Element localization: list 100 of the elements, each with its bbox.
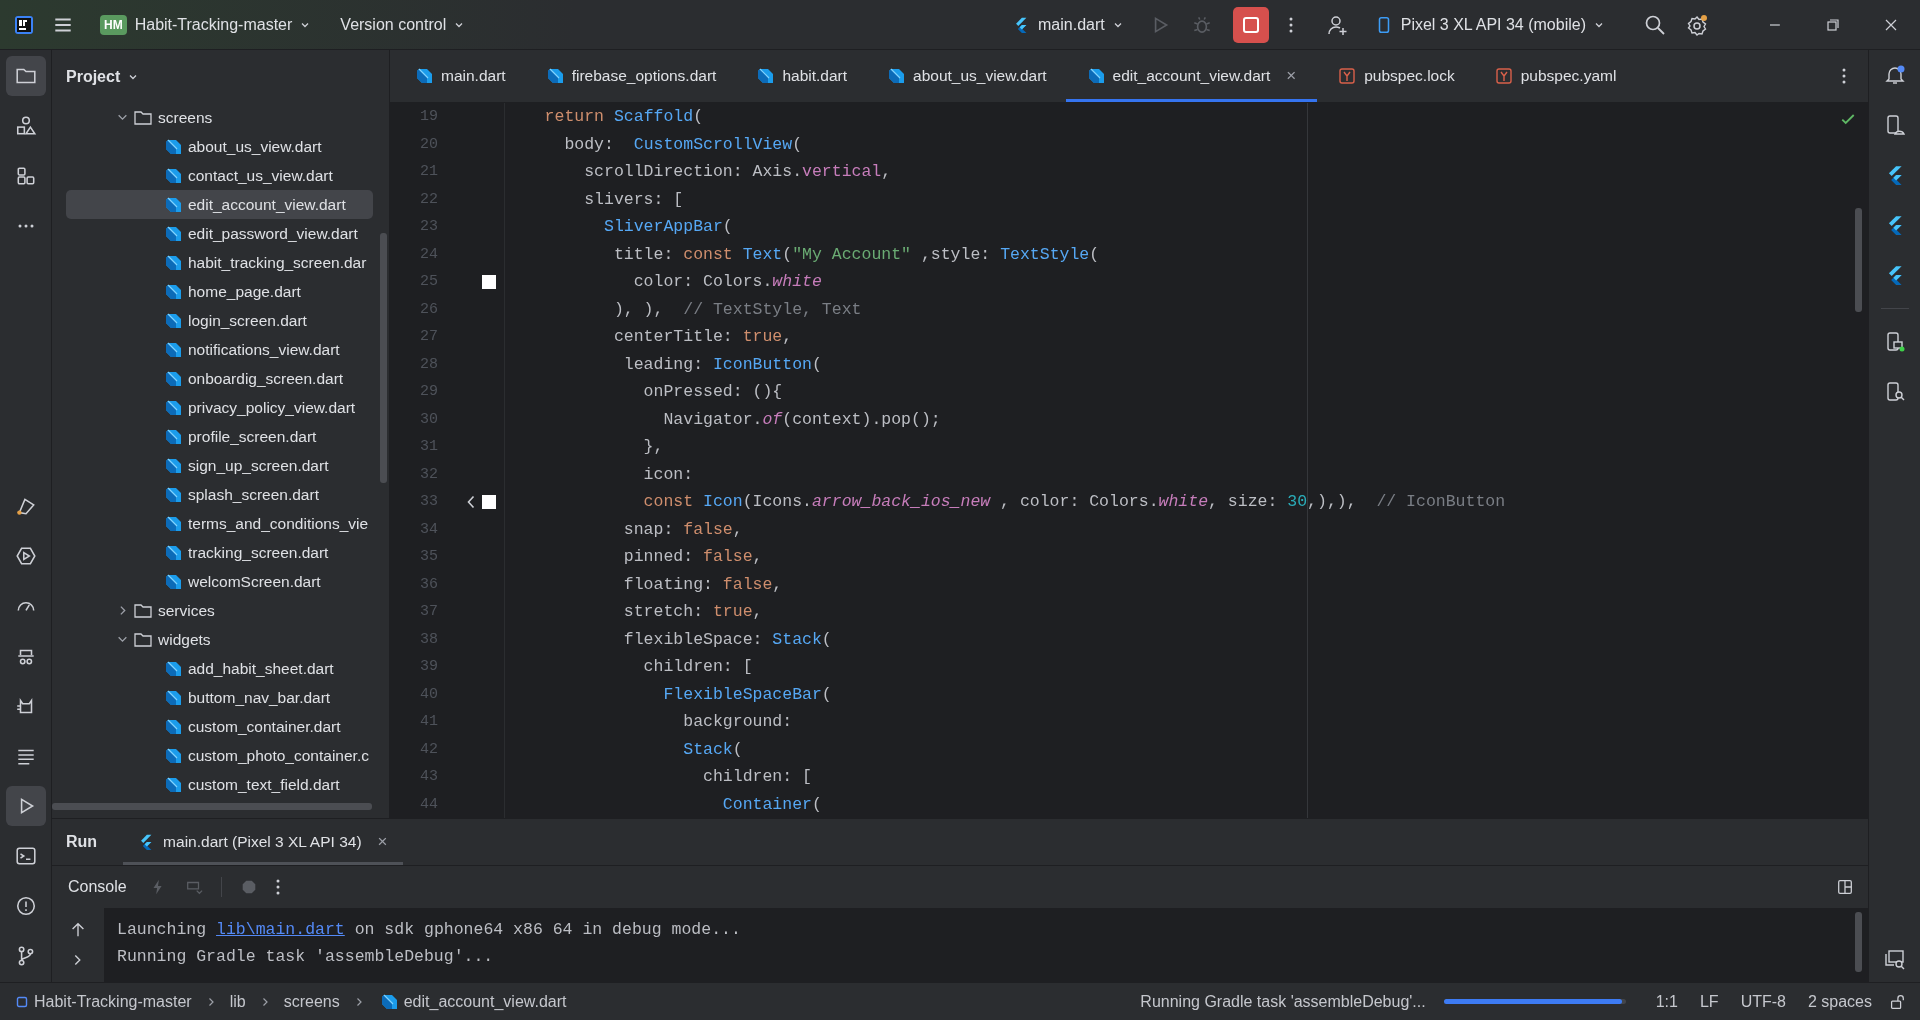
run-config-name: main.dart <box>1038 15 1105 34</box>
editor-tab[interactable]: pubspec.yaml <box>1473 50 1636 102</box>
run-tab[interactable]: main.dart (Pixel 3 XL API 34) × <box>123 819 404 865</box>
code-line: body: CustomScrollView( <box>563 133 803 156</box>
tree-item-label: login_screen.dart <box>188 311 307 330</box>
line-number: 32 <box>419 465 438 483</box>
code-line: floating: false, <box>622 573 783 596</box>
console-output-line: Running Gradle task 'assembleDebug'... <box>117 946 495 968</box>
line-number: 31 <box>419 438 438 456</box>
run-config-dropdown[interactable]: main.dart <box>1006 11 1129 38</box>
line-number: 22 <box>419 190 438 208</box>
editor-tab[interactable]: habit.dart <box>735 50 867 102</box>
line-number: 43 <box>419 768 438 786</box>
tree-item-label: screens <box>158 108 213 127</box>
code-line: centerTitle: true, <box>612 326 793 348</box>
tree-item[interactable]: notifications_view.dart <box>66 335 373 364</box>
tree-item[interactable]: tracking_screen.dart <box>66 538 373 567</box>
editor-tab[interactable]: firebase_options.dart <box>524 50 736 102</box>
tree-item[interactable]: widgets <box>66 625 373 654</box>
close-tab-button[interactable]: × <box>375 832 390 852</box>
line-ending[interactable]: LF <box>1699 992 1719 1011</box>
tree-item[interactable]: custom_text_field.dart <box>66 770 373 799</box>
tree-item[interactable]: habit_tracking_screen.dar <box>66 248 373 277</box>
tree-item[interactable]: custom_photo_container.c <box>66 741 373 770</box>
tree-item[interactable]: contact_us_view.dart <box>66 161 373 190</box>
console-tab[interactable]: Console <box>68 878 127 896</box>
code-line: icon: <box>642 463 694 486</box>
tree-item[interactable]: edit_password_view.dart <box>66 219 373 248</box>
workspace-dropdown[interactable]: HM Habit-Tracking-master <box>94 10 317 39</box>
tree-item-label: contact_us_view.dart <box>188 166 333 185</box>
tree-item-label: profile_screen.dart <box>188 427 317 446</box>
breadcrumb-item[interactable]: edit_account_view.dart <box>377 992 567 1011</box>
tree-item[interactable]: welcomScreen.dart <box>66 567 373 596</box>
close-tab-button[interactable]: × <box>1284 66 1299 86</box>
tree-item[interactable]: terms_and_conditions_vie <box>66 509 373 538</box>
code-line: FlexibleSpaceBar( <box>662 683 832 706</box>
line-number: 37 <box>419 603 438 621</box>
tree-item-label: about_us_view.dart <box>188 137 322 156</box>
project-badge: HM <box>100 14 127 35</box>
tree-item-label: widgets <box>158 630 211 649</box>
breadcrumb-item[interactable]: Habit-Tracking-master <box>16 992 192 1011</box>
line-number: 39 <box>419 658 438 676</box>
tree-item-label: home_page.dart <box>188 282 301 301</box>
device-name: Pixel 3 XL API 34 (mobile) <box>1400 15 1586 34</box>
tree-item[interactable]: services <box>66 596 373 625</box>
breadcrumb-item[interactable]: screens <box>283 992 340 1011</box>
file-link[interactable]: lib\main.dart <box>216 920 345 939</box>
tree-item[interactable]: buttom_nav_bar.dart <box>66 683 373 712</box>
tree-item-label: welcomScreen.dart <box>188 572 321 591</box>
tree-item[interactable]: onboardig_screen.dart <box>66 364 373 393</box>
code-line: flexibleSpace: Stack( <box>622 628 832 651</box>
code-line: children: [ <box>702 766 812 788</box>
code-line: title: const Text("My Account" ,style: TextStyle( <box>612 243 1100 266</box>
line-number: 44 <box>419 795 438 813</box>
tree-item-label: onboardig_screen.dart <box>188 369 344 388</box>
tree-item[interactable]: splash_screen.dart <box>66 480 373 509</box>
code-line: background: <box>682 711 793 733</box>
project-view-dropdown[interactable]: Project <box>60 63 145 90</box>
tree-item[interactable]: home_page.dart <box>66 277 373 306</box>
tree-item[interactable]: add_habit_sheet.dart <box>66 654 373 683</box>
indent-setting[interactable]: 2 spaces <box>1807 992 1872 1011</box>
code-line: pinned: false, <box>622 546 763 568</box>
tree-item[interactable]: login_screen.dart <box>66 306 373 335</box>
line-number: 34 <box>419 520 438 538</box>
line-number: 29 <box>419 383 438 401</box>
code-line: slivers: [ <box>583 188 684 211</box>
code-line: ), ), // TextStyle, Text <box>612 298 862 321</box>
tree-item-label: add_habit_sheet.dart <box>188 659 334 678</box>
tree-item[interactable]: screens <box>66 103 373 132</box>
code-line: scrollDirection: Axis.vertical, <box>583 161 892 183</box>
editor-tab[interactable]: pubspec.lock <box>1317 50 1474 102</box>
code-line: const Icon(Icons.arrow_back_ios_new , color: Colors.white, size: 30,),), // IconButton <box>642 491 1506 513</box>
tree-item[interactable]: about_us_view.dart <box>66 132 373 161</box>
code-line: onPressed: (){ <box>642 381 783 403</box>
code-line: SliverAppBar( <box>603 216 733 238</box>
line-number: 28 <box>419 355 438 373</box>
caret-position[interactable]: 1:1 <box>1655 992 1678 1011</box>
editor-tab[interactable]: about_us_view.dart <box>866 50 1066 102</box>
background-task-label[interactable]: Running Gradle task 'assembleDebug'... <box>1140 992 1426 1011</box>
tree-item[interactable]: custom_container.dart <box>66 712 373 741</box>
tree-item-label: custom_text_field.dart <box>188 775 340 794</box>
tree-item[interactable]: sign_up_screen.dart <box>66 451 373 480</box>
code-line: Stack( <box>682 738 743 761</box>
tree-item-label: sign_up_screen.dart <box>188 456 329 475</box>
version-control-dropdown[interactable]: Version control <box>334 11 471 38</box>
editor-tab[interactable]: main.dart <box>394 50 525 102</box>
tree-item-label: edit_account_view.dart <box>188 195 346 214</box>
line-number: 27 <box>419 328 438 346</box>
tree-item-label: notifications_view.dart <box>188 340 340 359</box>
breadcrumb-item[interactable]: lib <box>229 992 246 1011</box>
tree-item[interactable]: edit_account_view.dart <box>66 190 373 219</box>
device-dropdown[interactable]: Pixel 3 XL API 34 (mobile) <box>1368 11 1610 38</box>
tree-item-label: edit_password_view.dart <box>188 224 358 243</box>
console-output-line: Launching lib\main.dart on sdk gphone64 x86 64 in debug mode... <box>117 919 741 941</box>
tree-item[interactable]: privacy_policy_view.dart <box>66 393 373 422</box>
code-line: Container( <box>721 793 822 816</box>
line-number: 19 <box>419 108 438 126</box>
file-encoding[interactable]: UTF-8 <box>1740 992 1786 1011</box>
tree-item[interactable]: profile_screen.dart <box>66 422 373 451</box>
editor-tab[interactable]: edit_account_view.dart × <box>1065 50 1318 102</box>
